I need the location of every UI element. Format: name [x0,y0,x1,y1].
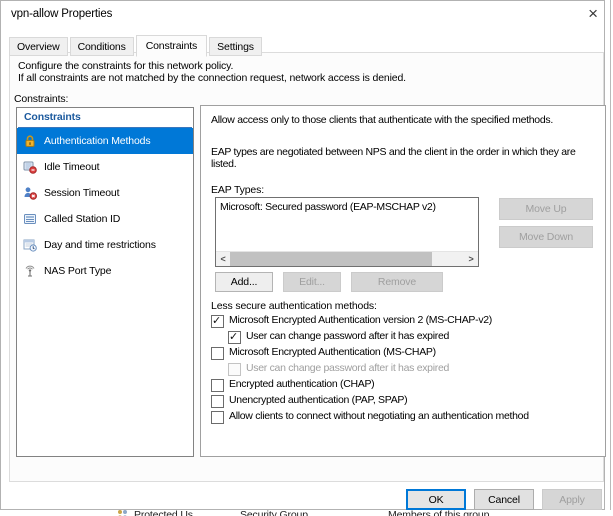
constraints-list-items: Authentication Methods Idle Timeout Sessio… [17,128,193,284]
properties-dialog: vpn-allow Properties OverviewConditionsC… [0,0,606,510]
checkbox-icon[interactable] [211,379,224,392]
nas-port-icon [22,264,37,278]
auth-checkbox-row: Encrypted authentication (CHAP) [211,378,601,393]
eap-types-items: Microsoft: Secured password (EAP-MSCHAP … [216,198,478,216]
tab-conditions[interactable]: Conditions [69,37,134,56]
constraint-item-authentication-methods[interactable]: Authentication Methods [17,128,193,154]
constraint-item-called-station-id[interactable]: Called Station ID [17,206,193,232]
session-timeout-icon [22,186,37,200]
called-station-icon [22,212,37,226]
constraint-item-label: Authentication Methods [44,135,151,147]
cancel-button[interactable]: Cancel [474,489,534,510]
scroll-right-icon[interactable] [464,252,478,266]
background-window-edge [610,0,611,516]
constraint-item-idle-timeout[interactable]: Idle Timeout [17,154,193,180]
less-secure-caption: Less secure authentication methods: [211,300,377,312]
constraint-item-nas-port-type[interactable]: NAS Port Type [17,258,193,284]
background-window-row: Protected Us... Security Group... Member… [0,510,613,516]
checkbox-icon[interactable] [211,347,224,360]
eap-types-listbox[interactable]: Microsoft: Secured password (EAP-MSCHAP … [215,197,479,267]
constraint-item-day-and-time-restrictions[interactable]: Day and time restrictions [17,232,193,258]
day-time-icon [22,238,37,252]
page-description-line1: Configure the constraints for this netwo… [18,60,234,72]
constraint-item-label: Day and time restrictions [44,239,156,251]
checkbox-icon[interactable] [211,395,224,408]
remove-button: Remove [351,272,443,292]
eap-types-caption: EAP Types: [211,184,264,196]
eap-horizontal-scrollbar[interactable] [216,251,478,266]
ok-button[interactable]: OK [406,489,466,510]
auth-checkbox-row: User can change password after it has ex… [228,362,601,377]
constraint-item-label: Called Station ID [44,213,121,225]
checkbox-label: User can change password after it has ex… [246,362,450,374]
scroll-thumb[interactable] [230,252,432,266]
tab-constraints[interactable]: Constraints [135,35,208,57]
title-bar[interactable]: vpn-allow Properties [1,1,604,29]
group-icon [116,510,129,516]
add-button[interactable]: Add... [215,272,273,292]
tab-strip: Overview Conditions Constraints Settings [9,34,264,57]
constraints-list-header: Constraints [18,108,192,128]
screen: Protected Us... Security Group... Member… [0,0,613,516]
checkbox-checked-icon[interactable] [211,314,224,328]
auth-checkbox-row: Unencrypted authentication (PAP, SPAP) [211,394,601,409]
checkbox-label: Unencrypted authentication (PAP, SPAP) [229,394,408,406]
idle-timeout-icon [22,160,37,174]
scroll-left-icon[interactable] [216,252,230,266]
constraints-caption: Constraints: [14,93,69,105]
auth-checkbox-row: User can change password after it has ex… [228,330,601,345]
checkbox-label: Microsoft Encrypted Authentication versi… [229,314,493,326]
authentication-methods-panel: Allow access only to those clients that … [200,105,606,457]
background-row-name: Protected Us... [134,510,202,516]
checkbox-label: Allow clients to connect without negotia… [229,410,529,422]
constraint-item-label: Session Timeout [44,187,120,199]
background-row-type: Security Group... [240,510,317,516]
eap-type-item[interactable]: Microsoft: Secured password (EAP-MSCHAP … [216,198,478,216]
tab-page-constraints: Configure the constraints for this netwo… [9,52,606,482]
auth-checkbox-row: Allow clients to connect without negotia… [211,410,601,425]
checkbox-checked-icon[interactable] [228,330,241,344]
move-down-button: Move Down [499,226,593,248]
tab-overview[interactable]: Overview [9,37,68,56]
constraint-item-label: NAS Port Type [44,265,112,277]
close-icon[interactable] [581,2,605,26]
scroll-track[interactable] [432,252,464,266]
checkbox-icon [228,363,241,376]
background-row-description: Members of this group [388,510,490,516]
auth-checkbox-row: Microsoft Encrypted Authentication (MS-C… [211,346,601,361]
lock-icon [22,134,37,148]
move-up-button: Move Up [499,198,593,220]
edit-button: Edit... [283,272,341,292]
checkbox-icon[interactable] [211,411,224,424]
eap-note: EAP types are negotiated between NPS and… [211,146,576,170]
checkbox-label: User can change password after it has ex… [246,330,450,342]
constraints-listbox: Constraints Authentication Methods Idle T… [16,107,194,457]
apply-button: Apply [542,489,602,510]
window-title: vpn-allow Properties [11,8,113,20]
tab-settings[interactable]: Settings [209,37,262,56]
auth-checkbox-list: Microsoft Encrypted Authentication versi… [211,314,601,426]
page-description-line2: If all constraints are not matched by th… [18,72,406,84]
checkbox-label: Microsoft Encrypted Authentication (MS-C… [229,346,436,358]
auth-checkbox-row: Microsoft Encrypted Authentication versi… [211,314,601,329]
checkbox-label: Encrypted authentication (CHAP) [229,378,375,390]
panel-description: Allow access only to those clients that … [211,114,553,126]
constraint-item-session-timeout[interactable]: Session Timeout [17,180,193,206]
constraint-item-label: Idle Timeout [44,161,100,173]
